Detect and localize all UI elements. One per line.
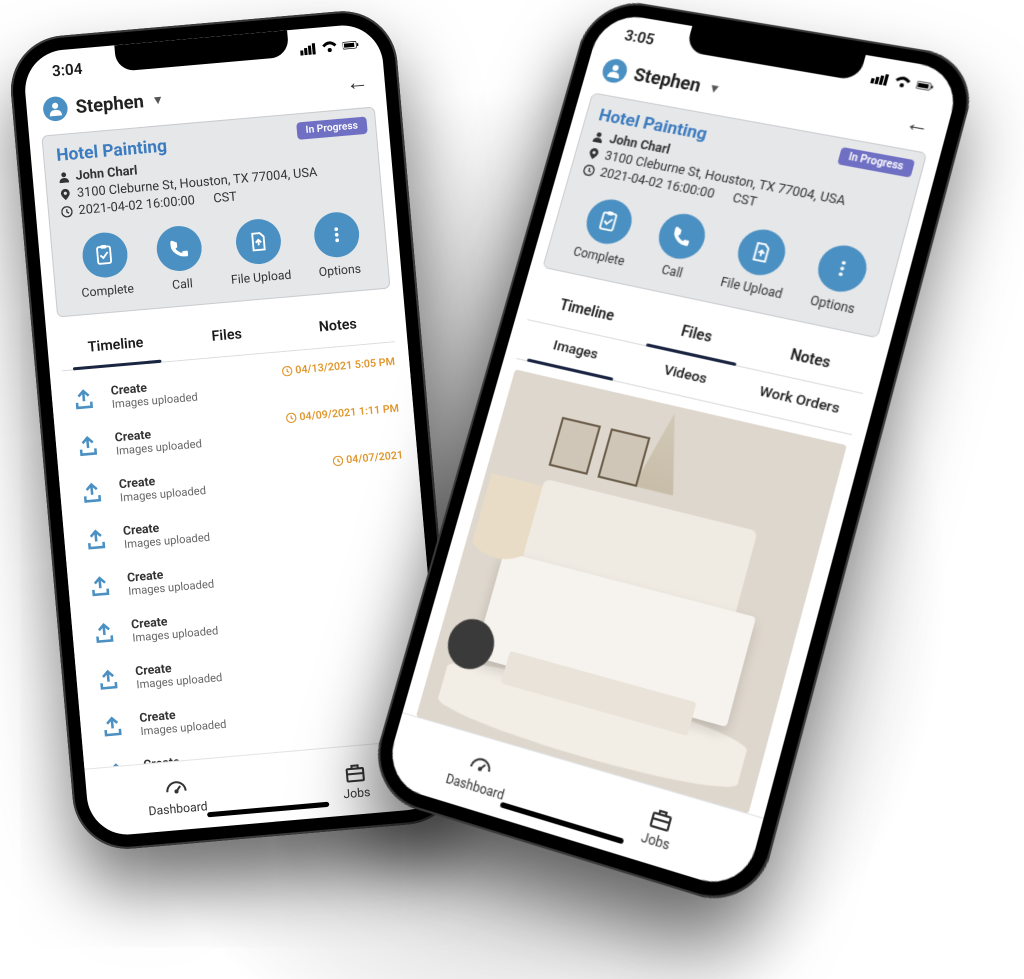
upload-icon — [88, 616, 121, 649]
upload-icon — [71, 429, 104, 462]
user-name: Stephen — [631, 64, 703, 96]
user-name: Stephen — [75, 90, 145, 117]
gauge-icon — [164, 776, 188, 800]
job-card: In Progress Hotel Painting John Charl 31… — [41, 107, 390, 318]
action-options[interactable]: Options — [807, 241, 872, 317]
clock-icon — [582, 164, 596, 177]
status-time: 3:05 — [623, 26, 657, 48]
clock-icon — [61, 206, 73, 218]
upload-icon — [92, 663, 125, 696]
upload-icon — [75, 476, 108, 509]
action-label: Complete — [572, 244, 627, 268]
status-time: 3:04 — [51, 59, 83, 80]
action-label: File Upload — [719, 274, 784, 301]
action-label: Options — [318, 261, 361, 279]
action-label: Call — [660, 262, 684, 280]
clipboard-check-icon — [94, 244, 116, 266]
action-complete[interactable]: Complete — [77, 230, 135, 300]
file-upload-icon — [748, 240, 774, 265]
person-icon — [58, 171, 70, 183]
battery-icon — [342, 38, 359, 52]
gauge-icon — [467, 751, 495, 781]
wifi-icon — [321, 40, 338, 54]
chevron-down-icon: ▼ — [707, 80, 723, 96]
chevron-down-icon: ▼ — [151, 92, 164, 107]
action-options[interactable]: Options — [312, 210, 362, 279]
pin-icon — [587, 147, 601, 160]
signal-icon — [870, 71, 890, 86]
wifi-icon — [892, 75, 912, 90]
tab-timeline[interactable]: Timeline — [58, 322, 172, 370]
upload-icon — [67, 383, 100, 416]
upload-icon — [96, 710, 129, 743]
clock-icon — [286, 412, 297, 423]
nav-label: Dashboard — [148, 799, 208, 818]
more-vertical-icon — [829, 256, 856, 281]
back-button[interactable]: ← — [345, 68, 370, 96]
phone-icon — [168, 237, 190, 259]
signal-icon — [299, 42, 316, 56]
back-button[interactable]: ← — [903, 109, 934, 140]
upload-icon — [84, 570, 117, 603]
nav-dashboard[interactable]: Dashboard — [85, 754, 270, 838]
phone-right: 3:05 Stephen ▼ ← In Progress Hotel Paint… — [365, 0, 982, 913]
person-icon — [592, 131, 606, 144]
avatar — [42, 96, 69, 123]
action-label: Complete — [81, 281, 135, 300]
phone-icon — [669, 224, 695, 248]
action-call[interactable]: Call — [155, 224, 205, 293]
action-complete[interactable]: Complete — [572, 195, 641, 269]
action-label: Options — [809, 293, 857, 317]
battery-icon — [915, 78, 935, 93]
more-vertical-icon — [326, 224, 348, 246]
clipboard-check-icon — [596, 210, 621, 234]
clock-icon — [282, 365, 293, 376]
avatar — [600, 57, 630, 84]
file-upload-icon — [247, 231, 269, 253]
briefcase-icon — [343, 760, 367, 784]
timeline-list[interactable]: CreateImages uploaded04/13/2021 5:05 PMC… — [50, 341, 442, 769]
action-file-upload[interactable]: File Upload — [226, 217, 292, 287]
action-label: Call — [172, 276, 194, 292]
pin-icon — [59, 188, 71, 200]
action-label: File Upload — [230, 267, 292, 287]
nav-label: Jobs — [343, 784, 371, 801]
clock-icon — [332, 455, 343, 466]
action-call[interactable]: Call — [648, 210, 710, 283]
action-file-upload[interactable]: File Upload — [719, 224, 798, 302]
upload-icon — [80, 523, 113, 556]
briefcase-icon — [647, 804, 677, 835]
